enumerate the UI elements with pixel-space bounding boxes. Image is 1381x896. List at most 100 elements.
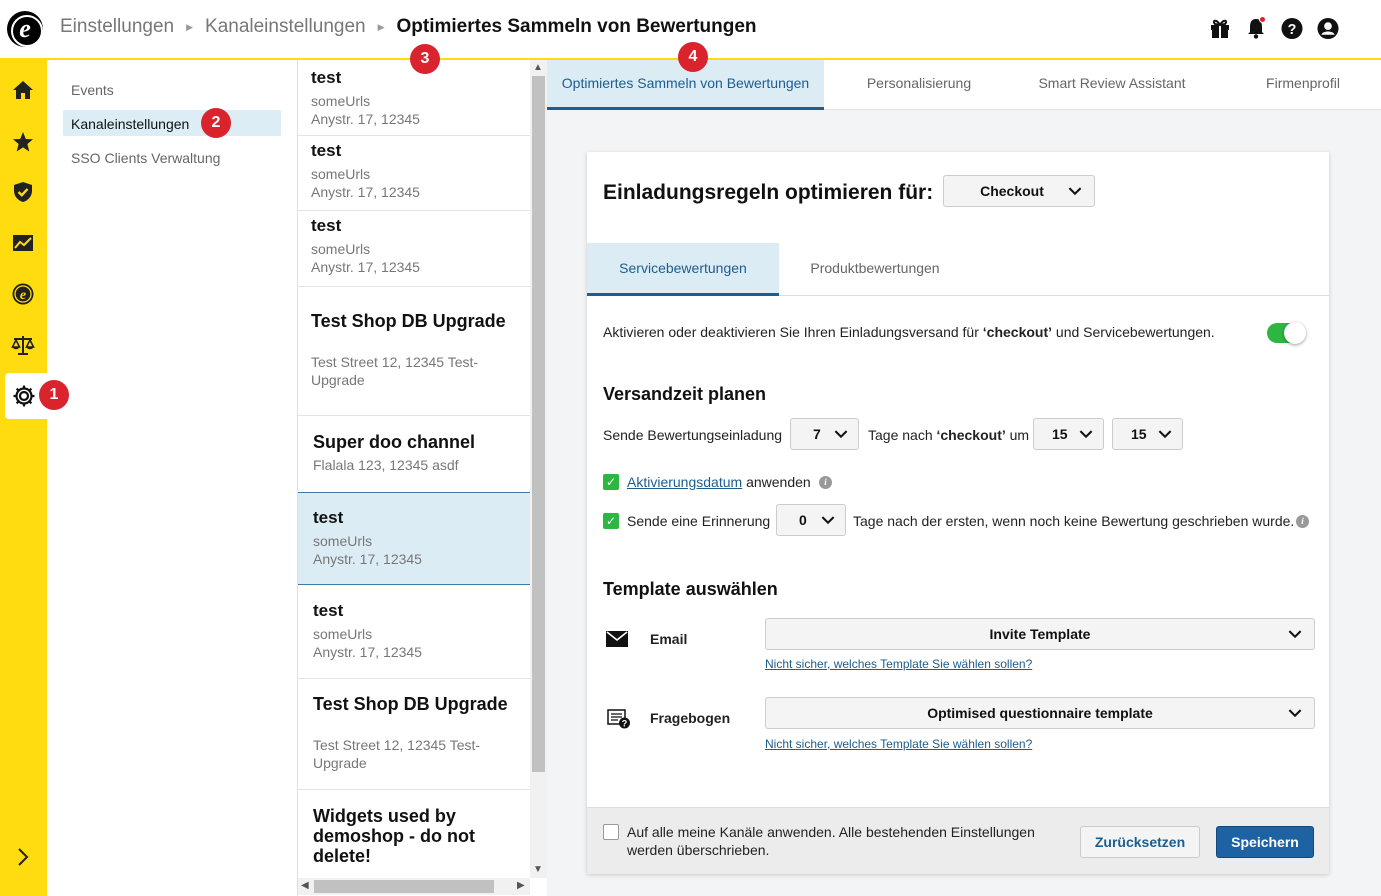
channel-address: Anystr. 17, 12345 [313,644,422,660]
chevron-down-icon [1079,430,1093,439]
activation-date-row: Aktivierungsdatum anwenden [627,474,811,490]
channel-list-item[interactable]: test someUrls Anystr. 17, 12345 [298,585,530,679]
scrollbar-thumb[interactable] [314,880,494,893]
channel-list-item[interactable]: test someUrls Anystr. 17, 12345 [298,211,530,287]
trusted-shops-logo-icon[interactable]: e [7,11,43,47]
days-select[interactable]: 7 [790,418,859,450]
activation-text-post: und Servicebewertungen. [1052,324,1215,340]
channel-address: Test Street 12, 12345 Test- [313,737,481,753]
subnav-item-events[interactable]: Events [63,76,281,102]
apply-all-channels-checkbox[interactable] [603,824,619,840]
shield-check-icon[interactable] [10,179,36,205]
channel-list-item[interactable]: Test Shop DB Upgrade Test Street 12, 123… [298,287,530,416]
reminder-label: Sende eine Erinnerung [627,513,771,529]
optimize-for-select[interactable]: Checkout [943,175,1095,207]
channel-url: someUrls [313,533,373,549]
home-icon[interactable] [10,77,36,103]
subnav-item-kanaleinstellungen[interactable]: Kanaleinstellungen [63,110,281,136]
scroll-right-arrow-icon[interactable]: ▶ [517,880,525,891]
breadcrumb: Einstellungen ▶ Kanaleinstellungen ▶ Opt… [60,16,757,38]
channel-list-item[interactable]: Widgets used by demoshop - do not delete… [298,790,530,880]
activation-date-checkbox[interactable]: ✓ [603,474,619,490]
scrollbar-thumb[interactable] [532,76,545,772]
reminder-checkbox[interactable]: ✓ [603,513,619,529]
channel-url: someUrls [311,241,371,257]
days-after-channel: ‘checkout’ [936,427,1006,443]
activation-text-channel: ‘checkout’ [982,324,1053,340]
star-reviews-icon[interactable] [10,129,36,155]
minute-select[interactable]: 15 [1112,418,1183,450]
channel-address: Flalala 123, 12345 asdf [313,457,459,473]
channel-list: test someUrls Anystr. 17, 12345 test som… [297,60,547,896]
expand-sidebar-chevron-icon[interactable] [10,844,36,870]
hour-value: 15 [1052,426,1068,442]
days-after-text: Tage nach ‘checkout’ um [868,427,1029,443]
breadcrumb-kanaleinstellungen[interactable]: Kanaleinstellungen [205,16,366,38]
channel-name: test [313,601,344,620]
tab-firmenprofil[interactable]: Firmenprofil [1210,60,1381,110]
channel-list-item[interactable]: Super doo channel Flalala 123, 12345 asd… [298,416,530,493]
email-template-help-link[interactable]: Nicht sicher, welches Template Sie wähle… [765,657,1032,671]
help-icon[interactable]: ? [1281,16,1303,40]
activation-date-link[interactable]: Aktivierungsdatum [627,474,742,490]
marker-1: 1 [39,380,69,410]
user-account-icon[interactable] [1317,16,1339,40]
activation-toggle[interactable] [1267,322,1306,344]
settings-tabs: Optimiertes Sammeln von Bewertungen Pers… [547,60,1381,110]
apply-all-channels-label: Auf alle meine Kanäle anwenden. Alle bes… [627,823,1035,859]
breadcrumb-separator-icon: ▶ [377,21,385,32]
email-label: Email [650,631,688,647]
channel-url: someUrls [311,166,371,182]
days-after-pre: Tage nach [868,427,937,443]
channel-address-cont: Upgrade [311,372,365,388]
subnav-item-sso-clients[interactable]: SSO Clients Verwaltung [63,144,281,170]
channel-list-horizontal-scrollbar[interactable]: ◀ ▶ [298,878,530,895]
notification-bell-icon[interactable] [1245,16,1267,40]
reminder-days-select[interactable]: 0 [776,504,846,536]
email-template-select[interactable]: Invite Template [765,618,1315,650]
days-after-post: um [1005,427,1030,443]
review-type-tabs: Servicebewertungen Produktbewertungen [587,243,1329,296]
invitation-rules-card: Einladungsregeln optimieren für: Checkou… [587,152,1329,874]
svg-text:e: e [20,288,26,303]
scroll-left-arrow-icon[interactable]: ◀ [301,880,309,891]
channel-list-item[interactable]: test someUrls Anystr. 17, 12345 [298,60,530,136]
breadcrumb-einstellungen[interactable]: Einstellungen [60,16,174,38]
gift-icon[interactable] [1209,16,1231,40]
chevron-down-icon [821,516,835,525]
channel-list-vertical-scrollbar[interactable]: ▲ ▼ [530,60,547,878]
activation-text-pre: Aktivieren oder deaktivieren Sie Ihren E… [603,324,983,340]
channel-name: test [311,141,342,160]
email-template-value: Invite Template [989,626,1091,642]
legal-scale-icon[interactable] [10,332,36,358]
questionnaire-template-select[interactable]: Optimised questionnaire template [765,697,1315,729]
questionnaire-template-help-link[interactable]: Nicht sicher, welches Template Sie wähle… [765,737,1032,751]
reminder-days-value: 0 [799,512,807,528]
channel-name: Test Shop DB Upgrade [311,311,506,331]
scroll-up-arrow-icon[interactable]: ▲ [533,62,543,73]
tab-produktbewertungen[interactable]: Produktbewertungen [779,243,971,296]
scroll-down-arrow-icon[interactable]: ▼ [533,864,543,875]
save-button[interactable]: Speichern [1216,826,1314,858]
settings-gear-icon[interactable] [11,383,37,409]
tab-servicebewertungen[interactable]: Servicebewertungen [587,243,779,296]
hour-select[interactable]: 15 [1033,418,1104,450]
chevron-down-icon [1288,709,1302,718]
optimize-for-value: Checkout [980,183,1044,199]
reset-button[interactable]: Zurücksetzen [1080,826,1200,858]
etrusted-coin-icon[interactable]: e [10,281,36,307]
channel-list-item[interactable]: test someUrls Anystr. 17, 12345 [298,136,530,211]
info-icon[interactable]: i [1296,515,1309,528]
tab-personalisierung[interactable]: Personalisierung [824,60,1014,110]
header-actions: ? [1209,16,1339,40]
notification-dot [1259,16,1266,23]
analytics-chart-icon[interactable] [10,230,36,256]
chevron-down-icon [1288,630,1302,639]
channel-name: test [313,508,344,527]
channel-list-item-selected[interactable]: test someUrls Anystr. 17, 12345 [298,492,530,585]
marker-4: 4 [678,42,708,72]
info-icon[interactable]: i [819,476,832,489]
reminder-suffix: Tage nach der ersten, wenn noch keine Be… [853,513,1295,529]
channel-list-item[interactable]: Test Shop DB Upgrade Test Street 12, 123… [298,679,530,790]
tab-smart-review-assistant[interactable]: Smart Review Assistant [1014,60,1210,110]
